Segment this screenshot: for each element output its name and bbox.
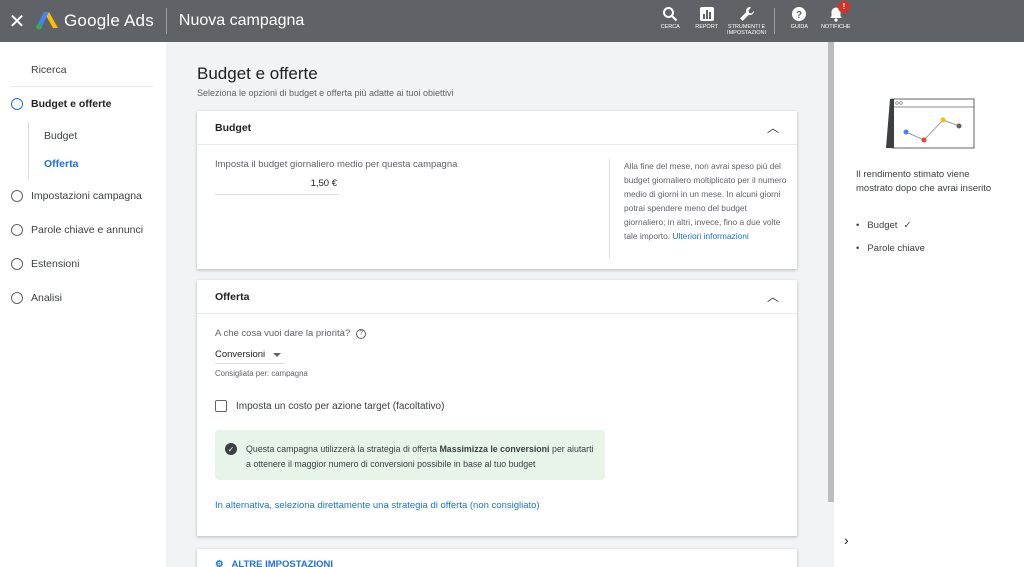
close-icon[interactable]: ✕	[0, 0, 34, 42]
sidebar-item-label: Offerta	[44, 158, 79, 170]
recommended-note: Consigliata per: campagna	[215, 369, 308, 378]
notifications-button[interactable]: NOTIFICHE !	[818, 0, 854, 30]
check-circle-icon: ✓	[225, 443, 237, 455]
dropdown-arrow-icon	[273, 352, 282, 357]
notification-badge: !	[838, 1, 850, 13]
top-actions: CERCA REPORT STRUMENTI E IMPOSTAZIONI ? …	[652, 0, 854, 42]
sidebar-item-analisi[interactable]: Analisi	[0, 292, 62, 304]
sidebar-item-estensioni[interactable]: Estensioni	[0, 258, 79, 270]
performance-chart-illustration	[886, 98, 975, 149]
search-button[interactable]: CERCA	[652, 0, 688, 30]
offer-card: Offerta ︿ A che cosa vuoi dare la priori…	[197, 280, 797, 536]
help-icon: ?	[792, 7, 807, 21]
sidebar-item-impostazioni-campagna[interactable]: Impostazioni campagna	[0, 190, 142, 202]
sidebar-subitem-budget[interactable]: Budget	[44, 130, 77, 142]
step-indicator-icon	[11, 190, 23, 202]
chevron-right-icon[interactable]: ›	[844, 532, 849, 548]
strategy-name: Massimizza le conversioni	[439, 444, 550, 454]
step-indicator-icon	[11, 224, 23, 236]
sidebar-item-label: Ricerca	[31, 64, 67, 76]
sidebar-subitem-offerta[interactable]: Offerta	[44, 158, 78, 170]
sidebar-item-budget-e-offerte[interactable]: Budget e offerte	[0, 98, 112, 110]
requirement-label: Parole chiave	[867, 243, 925, 254]
svg-text:?: ?	[796, 10, 802, 21]
substep-line	[28, 122, 29, 180]
sidebar-item-label: Estensioni	[31, 258, 80, 270]
requirement-label: Budget	[867, 220, 898, 231]
sidebar-divider	[10, 86, 154, 87]
sidebar-item-ricerca[interactable]: Ricerca	[31, 64, 67, 76]
wrench-icon	[739, 7, 754, 21]
offer-card-header[interactable]: Offerta ︿	[197, 280, 797, 314]
target-cpa-label: Imposta un costo per azione target (faco…	[236, 400, 445, 412]
budget-card-title: Budget	[215, 121, 252, 134]
sidebar-item-label: Analisi	[31, 292, 62, 304]
app-name: Google Ads	[64, 11, 154, 30]
more-settings-label: ALTRE IMPOSTAZIONI	[231, 559, 334, 567]
question-mark-icon[interactable]: ?	[356, 328, 367, 339]
sidebar-item-label: Budget e offerte	[31, 98, 112, 110]
page-title: Nuova campagna	[178, 12, 305, 29]
estimate-panel: Il rendimento stimato viene mostrato dop…	[834, 42, 1024, 567]
step-indicator-icon	[11, 258, 23, 270]
section-title: Budget e offerte	[197, 64, 318, 83]
google-ads-logo: Google Ads	[36, 11, 154, 31]
topbar-divider	[165, 8, 167, 34]
target-cpa-checkbox[interactable]	[215, 400, 227, 412]
search-icon	[663, 7, 678, 22]
learn-more-link[interactable]: Ulteriori informazioni	[672, 231, 748, 241]
tools-button[interactable]: STRUMENTI E IMPOSTAZIONI	[725, 0, 768, 36]
sidebar-item-parole-chiave-e-annunci[interactable]: Parole chiave e annunci	[0, 224, 143, 236]
checkmark-icon: ✓	[903, 220, 912, 231]
step-indicator-icon	[11, 98, 23, 110]
strategy-info-prefix: Questa campagna utilizzerà la strategia …	[246, 444, 440, 454]
report-button[interactable]: REPORT	[688, 0, 724, 30]
topbar-separator	[774, 8, 776, 34]
help-label: GUIDA	[790, 24, 809, 30]
priority-question: A che cosa vuoi dare la priorità? ?	[215, 328, 367, 339]
chevron-up-icon[interactable]: ︿	[767, 119, 779, 136]
sidebar-item-label: Parole chiave e annunci	[31, 224, 144, 236]
budget-card: Budget ︿ Imposta il budget giornaliero m…	[197, 111, 797, 269]
sidebar-item-label: Budget	[44, 130, 78, 142]
priority-question-text: A che cosa vuoi dare la priorità?	[215, 328, 351, 339]
requirements-list: Budget ✓ Parole chiave	[856, 220, 925, 266]
priority-dropdown[interactable]: Conversioni	[215, 346, 285, 364]
notifications-label: NOTIFICHE	[820, 24, 851, 30]
budget-card-header[interactable]: Budget ︿	[197, 111, 797, 145]
offer-card-body: A che cosa vuoi dare la priorità? ? Conv…	[197, 314, 797, 536]
gear-icon: ⚙	[215, 559, 224, 567]
estimate-description: Il rendimento stimato viene mostrato dop…	[856, 169, 992, 194]
main-content: Budget e offerte Seleziona le opzioni di…	[166, 42, 828, 567]
report-label: REPORT	[695, 24, 719, 30]
offer-card-title: Offerta	[215, 290, 250, 303]
report-icon	[699, 7, 714, 21]
budget-input[interactable]: 1,50 €	[215, 175, 339, 195]
budget-field-label: Imposta il budget giornaliero medio per …	[215, 159, 458, 170]
section-subtitle: Seleziona le opzioni di budget e offerta…	[197, 88, 454, 98]
top-bar: ✕ Google Ads Nuova campagna CERCA REPORT…	[0, 0, 1024, 42]
alternative-strategy-link[interactable]: In alternativa, seleziona direttamente u…	[215, 500, 540, 511]
budget-help-body: Alla fine del mese, non avrai speso più …	[624, 161, 787, 241]
step-indicator-icon	[11, 292, 23, 304]
strategy-info-box: ✓ Questa campagna utilizzerà la strategi…	[215, 430, 605, 480]
sidebar-item-label: Impostazioni campagna	[31, 190, 142, 202]
google-ads-logo-icon	[36, 12, 58, 30]
sidebar: Ricerca Budget e offerte Budget Offerta …	[0, 42, 166, 567]
chevron-up-icon[interactable]: ︿	[767, 288, 779, 305]
strategy-info-text: Questa campagna utilizzerà la strategia …	[246, 442, 595, 472]
list-item: Parole chiave	[856, 243, 925, 254]
search-label: CERCA	[660, 24, 680, 30]
target-cpa-option[interactable]: Imposta un costo per azione target (faco…	[215, 400, 444, 412]
list-item: Budget ✓	[856, 220, 925, 231]
budget-help-text: Alla fine del mese, non avrai speso più …	[609, 159, 789, 259]
tools-label: STRUMENTI E IMPOSTAZIONI	[727, 24, 767, 36]
budget-card-body: Imposta il budget giornaliero medio per …	[197, 145, 797, 269]
priority-dropdown-value: Conversioni	[215, 349, 266, 360]
more-settings-button[interactable]: ⚙ ALTRE IMPOSTAZIONI	[197, 549, 797, 567]
help-button[interactable]: ? GUIDA	[781, 0, 817, 30]
